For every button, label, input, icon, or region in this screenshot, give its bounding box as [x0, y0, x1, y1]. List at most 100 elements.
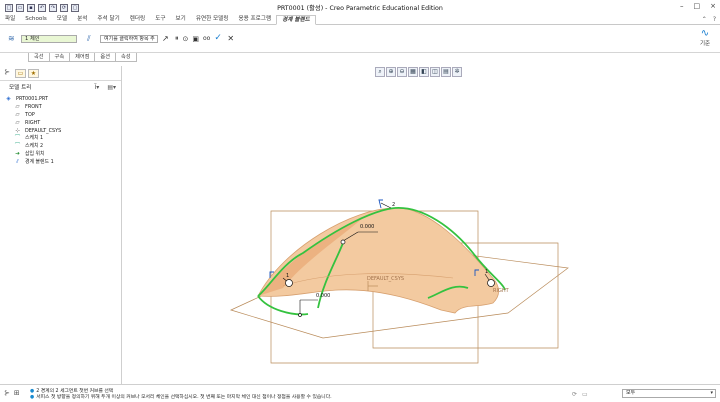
tab-schools[interactable]: Schools	[20, 15, 52, 24]
subtab-options[interactable]: 옵션	[94, 53, 116, 62]
value-label-1[interactable]: 0.000	[360, 224, 374, 230]
insert-arrow-icon: ➔	[15, 151, 20, 158]
close-button[interactable]: ×	[710, 2, 716, 10]
status-right-icons: ⟳ ▭	[572, 391, 588, 398]
model-view[interactable]	[123, 78, 720, 384]
info-icon: ●	[30, 395, 35, 400]
tab-render[interactable]: 렌더링	[125, 15, 150, 24]
tab-boundary-blend[interactable]: 경계 블렌드	[276, 15, 316, 25]
tab-analysis[interactable]: 분석	[72, 15, 92, 24]
marker-label-3: 1	[485, 269, 489, 275]
tree-item-boundary-blend[interactable]: ⫽ 경계 블렌드 1	[4, 159, 61, 167]
subtab-control-points[interactable]: 제어점	[69, 53, 96, 62]
control-point-bottom[interactable]	[298, 313, 302, 317]
regen-status-icon[interactable]: ⟳	[572, 391, 577, 398]
display-style-icon[interactable]: ◧	[419, 67, 429, 77]
zoom-in-icon[interactable]: ⊕	[386, 67, 396, 77]
fullscreen-icon[interactable]: ⊞	[14, 389, 20, 397]
graphics-window[interactable]: DEFAULT_CSYS RIGHT 0.000 0.000 1 2 1	[123, 78, 720, 384]
preview-icon[interactable]: ⊙	[183, 35, 189, 43]
refit-icon[interactable]: ⌕	[375, 67, 385, 77]
chain-curve-3[interactable]	[257, 295, 309, 316]
datum-plane-icon: ▱	[15, 111, 20, 118]
csys-label[interactable]: DEFAULT_CSYS	[367, 276, 404, 282]
right-plane-label[interactable]: RIGHT	[493, 288, 509, 294]
part-icon: ◈	[6, 96, 11, 102]
wave-icon: ∿	[700, 28, 710, 39]
pause-icon[interactable]: ⏸	[175, 34, 179, 43]
second-direction-collector[interactable]: 여기를 클릭하여 항목 추	[100, 34, 158, 43]
sketch-icon: ⌒	[14, 143, 21, 150]
first-direction-icon[interactable]: ≋	[8, 34, 17, 43]
redo-icon[interactable]: ↷	[49, 3, 57, 12]
new-icon[interactable]: □	[5, 3, 13, 12]
subtab-constraints[interactable]: 구속	[48, 53, 71, 62]
tab-annotate[interactable]: 주석 달기	[92, 15, 124, 24]
boundary-blend-icon: ⫽	[16, 159, 19, 166]
approximate-blend-icon[interactable]: ↗	[162, 34, 171, 43]
save-icon[interactable]: ▪	[27, 3, 35, 12]
tree-settings-icon[interactable]: ▤▾	[107, 84, 116, 91]
tab-applications[interactable]: 응용 프로그램	[233, 15, 276, 24]
navigator-tabs: ⊱	[2, 68, 12, 78]
saved-orientations-icon[interactable]: ◫	[430, 67, 440, 77]
close-window-icon[interactable]: ▢	[71, 3, 79, 12]
view-manager-icon[interactable]: ▤	[441, 67, 451, 77]
tree-item-insert-here[interactable]: ➔ 삽입 위치	[4, 151, 61, 159]
repaint-icon[interactable]: ▦	[408, 67, 418, 77]
datum-plane-icon: ▱	[15, 119, 20, 126]
graphics-toolbar: ⌕ ⊕ ⊖ ▦ ◧ ◫ ▤ ✲	[375, 67, 462, 77]
datum-plane-icon: ▱	[15, 103, 20, 110]
ribbon-collapse-icon[interactable]: ⌃	[702, 16, 707, 23]
marker-label-1: 1	[286, 273, 290, 279]
tree-toggle-icon[interactable]: ⊱	[4, 389, 10, 397]
model-tree: ◈ PRT0001.PRT ▱ FRONT ▱ TOP ▱ RIGHT ⊹ DE…	[4, 96, 61, 167]
second-direction-icon[interactable]: ⫽	[87, 34, 96, 43]
tab-tools[interactable]: 도구	[150, 15, 170, 24]
tab-flexible-modeling[interactable]: 유연한 모델링	[191, 15, 234, 24]
zoom-out-icon[interactable]: ⊖	[397, 67, 407, 77]
tree-item-front[interactable]: ▱ FRONT	[4, 104, 61, 112]
ok-icon[interactable]: ✓	[214, 34, 223, 43]
chevron-down-icon: ▾	[710, 390, 713, 396]
minimize-button[interactable]: –	[680, 2, 684, 10]
subtab-curves[interactable]: 곡선	[28, 53, 50, 62]
style-label: 기준	[699, 41, 711, 47]
undo-icon[interactable]: ↶	[38, 3, 46, 12]
model-tree-title: 모델 트리	[9, 85, 32, 91]
regenerate-icon[interactable]: ⟳	[60, 3, 68, 12]
value-label-2[interactable]: 0.000	[316, 293, 330, 299]
control-point-mid[interactable]	[340, 239, 346, 245]
cancel-icon[interactable]: ✕	[227, 34, 236, 43]
control-point-right[interactable]	[487, 279, 495, 287]
tab-view[interactable]: 보기	[171, 15, 191, 24]
tree-item-right[interactable]: ▱ RIGHT	[4, 120, 61, 128]
control-point-left[interactable]	[285, 279, 293, 287]
model-tree-header: 모델 트리 Ĩ▾ ▤▾	[2, 82, 120, 92]
open-icon[interactable]: ▭	[16, 3, 24, 12]
selection-icon[interactable]: ▭	[582, 391, 588, 398]
glasses-icon[interactable]: oo	[203, 35, 210, 42]
dashboard-subtabs: 곡선 구속 제어점 옵션 속성	[28, 53, 137, 62]
status-icons: ⊱ ⊞	[4, 389, 20, 397]
help-icon[interactable]: ?	[713, 16, 716, 23]
subtab-properties[interactable]: 속성	[114, 53, 137, 62]
folder-browser-icon[interactable]: ▭	[15, 69, 26, 78]
selection-filter[interactable]: 모두 ▾	[622, 389, 716, 398]
first-direction-collector[interactable]: 1 체인	[21, 34, 77, 43]
style-button[interactable]: ∿ 기준	[696, 28, 714, 48]
favorites-icon[interactable]: ★	[28, 69, 39, 78]
ribbon-tabs: 파일 Schools 모델 분석 주석 달기 렌더링 도구 보기 유연한 모델링…	[0, 15, 720, 25]
tree-filters-icon[interactable]: Ĩ▾	[95, 84, 100, 91]
datum-display-icon[interactable]: ✲	[452, 67, 462, 77]
tab-model[interactable]: 모델	[52, 15, 72, 24]
tree-item-part[interactable]: ◈ PRT0001.PRT	[4, 96, 61, 104]
tab-file[interactable]: 파일	[0, 15, 21, 24]
model-tree-tab-icon[interactable]: ⊱	[2, 68, 12, 78]
verify-icon[interactable]: ▣	[192, 35, 199, 43]
tree-item-top[interactable]: ▱ TOP	[4, 112, 61, 120]
navigator-panel: ⊱ ▭ ★ 모델 트리 Ĩ▾ ▤▾ ◈ PRT0001.PRT ▱ FRONT …	[0, 66, 122, 384]
status-bar: ⊱ ⊞ ● 2 경계의 2 세그먼트 첫번 커브를 선택 ● 서피스 첫 방향을 정…	[0, 384, 720, 402]
maximize-button[interactable]: □	[694, 2, 701, 10]
window-controls: – □ ×	[680, 2, 716, 10]
